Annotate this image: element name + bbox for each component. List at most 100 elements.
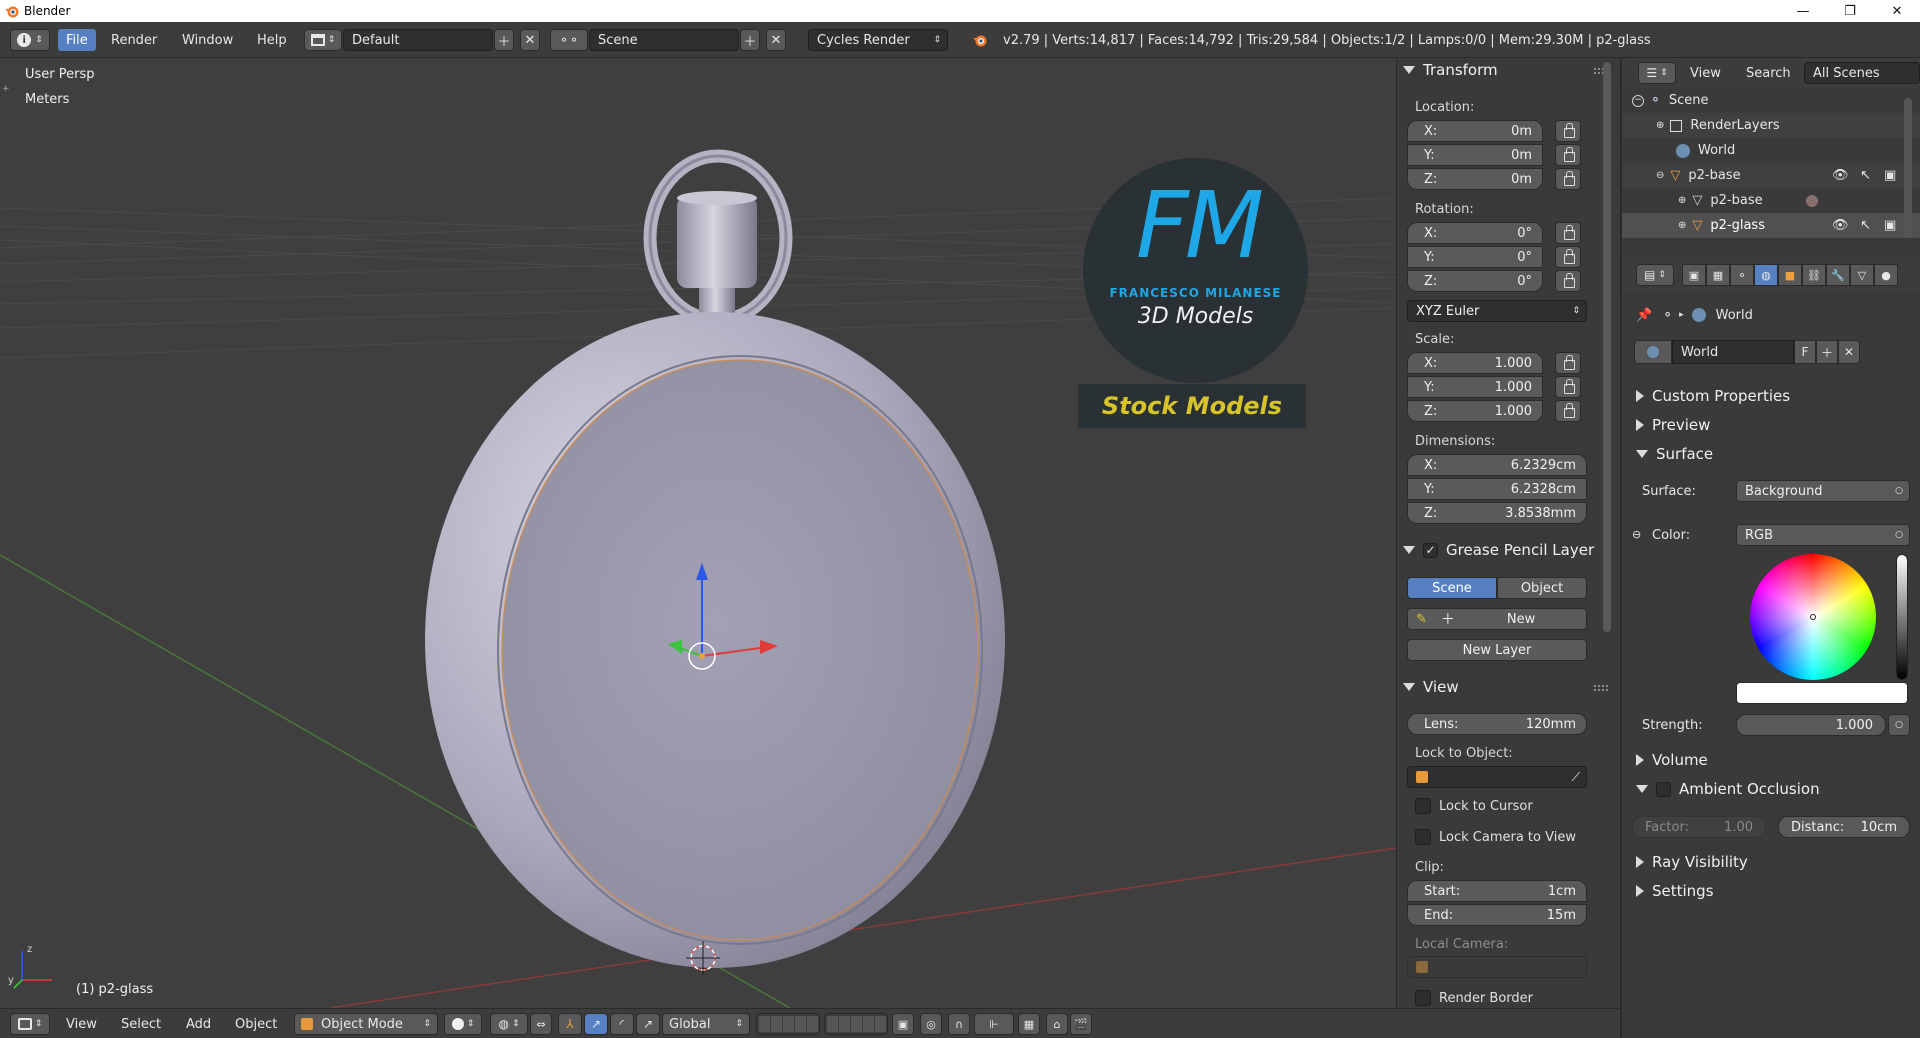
npanel-scrollbar[interactable] bbox=[1603, 62, 1611, 632]
outliner-row-p2-glass[interactable]: ⊕ ▽ p2-glass 👁 ↖ ▣ bbox=[1622, 213, 1920, 238]
rotation-z-field[interactable]: Z: 0° bbox=[1407, 270, 1543, 292]
rotation-x-lock-icon[interactable] bbox=[1555, 222, 1581, 244]
opengl-animation-button[interactable]: ⌂ bbox=[1046, 1013, 1068, 1035]
clip-end-field[interactable]: End: 15m bbox=[1407, 904, 1587, 926]
value-slider[interactable] bbox=[1896, 554, 1908, 680]
ray-visibility-section-header[interactable]: Ray Visibility bbox=[1636, 850, 1908, 874]
view-panel-header[interactable]: View bbox=[1403, 677, 1459, 697]
ambient-occlusion-section-header[interactable]: Ambient Occlusion bbox=[1636, 777, 1908, 801]
data-tab-icon[interactable]: ▽ bbox=[1850, 264, 1874, 286]
scale-y-field[interactable]: Y: 1.000 bbox=[1407, 376, 1543, 398]
properties-editor-type-button[interactable]: ▤ ⇕ bbox=[1636, 264, 1674, 286]
lock-to-object-field[interactable]: ⟋ bbox=[1407, 766, 1587, 788]
panel-grip-icon[interactable] bbox=[1594, 685, 1608, 691]
scale-z-field[interactable]: Z: 1.000 bbox=[1407, 400, 1543, 422]
outliner-row-world[interactable]: World bbox=[1622, 138, 1920, 163]
location-z-field[interactable]: Z: 0m bbox=[1407, 168, 1543, 190]
outliner-row-p2-base-object[interactable]: ⊖ ▽ p2-base 👁 ↖ ▣ bbox=[1622, 163, 1920, 188]
menu-file[interactable]: File bbox=[58, 29, 96, 51]
lock-to-cursor-checkbox[interactable] bbox=[1415, 798, 1431, 814]
color-swatch[interactable] bbox=[1736, 682, 1908, 704]
transform-panel-header[interactable]: Transform bbox=[1403, 60, 1498, 80]
3d-viewport[interactable]: z y FM FRANCESCO MILANESE 3D Models Stoc… bbox=[0, 58, 1396, 1008]
eyedropper-icon[interactable]: ⟋ bbox=[1572, 770, 1580, 785]
editor-type-info-button[interactable]: i ⇕ bbox=[10, 29, 50, 51]
constraints-tab-icon[interactable]: ⛓ bbox=[1802, 264, 1826, 286]
outliner-row-renderlayers[interactable]: ⊕ RenderLayers bbox=[1622, 113, 1920, 138]
menu-add[interactable]: Add bbox=[180, 1013, 217, 1035]
editor-type-button[interactable]: ⇕ bbox=[10, 1013, 50, 1035]
location-y-field[interactable]: Y: 0m bbox=[1407, 144, 1543, 166]
outliner-menu-view[interactable]: View bbox=[1682, 62, 1729, 84]
scale-x-field[interactable]: X: 1.000 bbox=[1407, 352, 1543, 374]
outliner-row-scene[interactable]: − ⚬ Scene bbox=[1622, 88, 1920, 113]
expand-toggle-icon[interactable]: ⊕ bbox=[1678, 220, 1686, 231]
render-layers-tab-icon[interactable]: ▦ bbox=[1706, 264, 1730, 286]
new-grease-pencil-button[interactable]: ✎ ＋ New bbox=[1407, 608, 1587, 630]
new-world-button[interactable]: ＋ bbox=[1816, 340, 1838, 364]
object-tab-icon[interactable]: ■ bbox=[1778, 264, 1802, 286]
location-x-field[interactable]: X: 0m bbox=[1407, 120, 1543, 142]
renderable-camera-icon[interactable]: ▣ bbox=[1884, 218, 1896, 233]
outliner-scrollbar[interactable] bbox=[1904, 98, 1912, 238]
clip-start-field[interactable]: Start: 1cm bbox=[1407, 880, 1587, 902]
rotation-y-lock-icon[interactable] bbox=[1555, 246, 1581, 268]
toolshelf-toggle[interactable]: + bbox=[2, 84, 12, 94]
outliner-editor-type-button[interactable]: ☰ ⇕ bbox=[1638, 62, 1676, 84]
render-animation-button[interactable]: 🎬 bbox=[1070, 1013, 1092, 1035]
scene-name-field[interactable]: Scene bbox=[589, 29, 739, 51]
scale-x-lock-icon[interactable] bbox=[1555, 352, 1581, 374]
viewport-shading-dropdown[interactable]: ⇕ bbox=[444, 1013, 482, 1035]
expand-toggle-icon[interactable]: ⊕ bbox=[1678, 195, 1686, 206]
translate-manipulator-button[interactable]: ⅄ bbox=[558, 1013, 582, 1035]
scene-selector[interactable]: ⚬⚬ bbox=[550, 29, 588, 51]
menu-render[interactable]: Render bbox=[103, 29, 165, 51]
menu-view[interactable]: View bbox=[60, 1013, 103, 1035]
dimensions-x-field[interactable]: X: 6.2329cm bbox=[1407, 454, 1587, 476]
strength-link-button[interactable]: ○ bbox=[1888, 714, 1910, 736]
interaction-mode-dropdown[interactable]: Object Mode ⇕ bbox=[294, 1013, 438, 1035]
screen-layout-selector[interactable]: ⇕ bbox=[304, 29, 342, 51]
color-wheel[interactable] bbox=[1750, 554, 1876, 680]
collapse-toggle-icon[interactable]: − bbox=[1632, 94, 1644, 107]
opengl-render-button[interactable]: ▦ bbox=[1018, 1013, 1040, 1035]
layout-name-field[interactable]: Default bbox=[343, 29, 493, 51]
grease-pencil-panel-header[interactable]: ✓ Grease Pencil Layer bbox=[1403, 540, 1594, 560]
render-engine-dropdown[interactable]: Cycles Render ⇕ bbox=[808, 29, 948, 51]
pivot-point-dropdown[interactable]: ◍ ⇕ bbox=[490, 1013, 528, 1035]
preview-section-header[interactable]: Preview bbox=[1636, 413, 1908, 437]
close-window-button[interactable]: ✕ bbox=[1874, 0, 1920, 22]
custom-properties-section-header[interactable]: Custom Properties bbox=[1636, 384, 1908, 408]
scale-z-lock-icon[interactable] bbox=[1555, 400, 1581, 422]
rotation-x-field[interactable]: X: 0° bbox=[1407, 222, 1543, 244]
volume-section-header[interactable]: Volume bbox=[1636, 748, 1908, 772]
pin-icon[interactable]: 📌 bbox=[1636, 308, 1652, 323]
delete-scene-button[interactable]: ✕ bbox=[766, 29, 786, 51]
maximize-button[interactable]: ❐ bbox=[1827, 0, 1873, 22]
selectable-cursor-icon[interactable]: ↖ bbox=[1860, 168, 1871, 183]
new-layer-button[interactable]: New Layer bbox=[1407, 639, 1587, 661]
rotation-y-field[interactable]: Y: 0° bbox=[1407, 246, 1543, 268]
fake-user-button[interactable]: F bbox=[1794, 340, 1816, 364]
settings-section-header[interactable]: Settings bbox=[1636, 879, 1908, 903]
strength-field[interactable]: 1.000 bbox=[1736, 714, 1886, 736]
world-tab-icon[interactable]: ◍ bbox=[1754, 264, 1778, 286]
location-z-lock-icon[interactable] bbox=[1555, 168, 1581, 190]
scale-y-lock-icon[interactable] bbox=[1555, 376, 1581, 398]
dimensions-z-field[interactable]: Z: 3.8538mm bbox=[1407, 502, 1587, 524]
proportional-edit-button[interactable]: ◎ bbox=[920, 1013, 942, 1035]
ambient-occlusion-checkbox[interactable] bbox=[1656, 781, 1671, 797]
rotation-z-lock-icon[interactable] bbox=[1555, 270, 1581, 292]
material-tab-icon[interactable]: ● bbox=[1874, 264, 1898, 286]
transform-orientation-dropdown[interactable]: Global ⇕ bbox=[662, 1013, 750, 1035]
add-layout-button[interactable]: ＋ bbox=[494, 29, 514, 51]
color-input-dropdown[interactable]: RGB ○ bbox=[1736, 524, 1910, 546]
add-scene-button[interactable]: ＋ bbox=[740, 29, 760, 51]
surface-shader-dropdown[interactable]: Background ○ bbox=[1736, 480, 1910, 502]
minimize-button[interactable]: — bbox=[1780, 0, 1826, 22]
manipulator-toggle[interactable]: ⇔ bbox=[530, 1013, 552, 1035]
unlink-world-button[interactable]: ✕ bbox=[1838, 340, 1860, 364]
expand-toggle-icon[interactable]: ⊕ bbox=[1656, 120, 1664, 131]
outliner-menu-search[interactable]: Search bbox=[1738, 62, 1799, 84]
outliner-display-mode-dropdown[interactable]: All Scenes bbox=[1804, 62, 1920, 84]
